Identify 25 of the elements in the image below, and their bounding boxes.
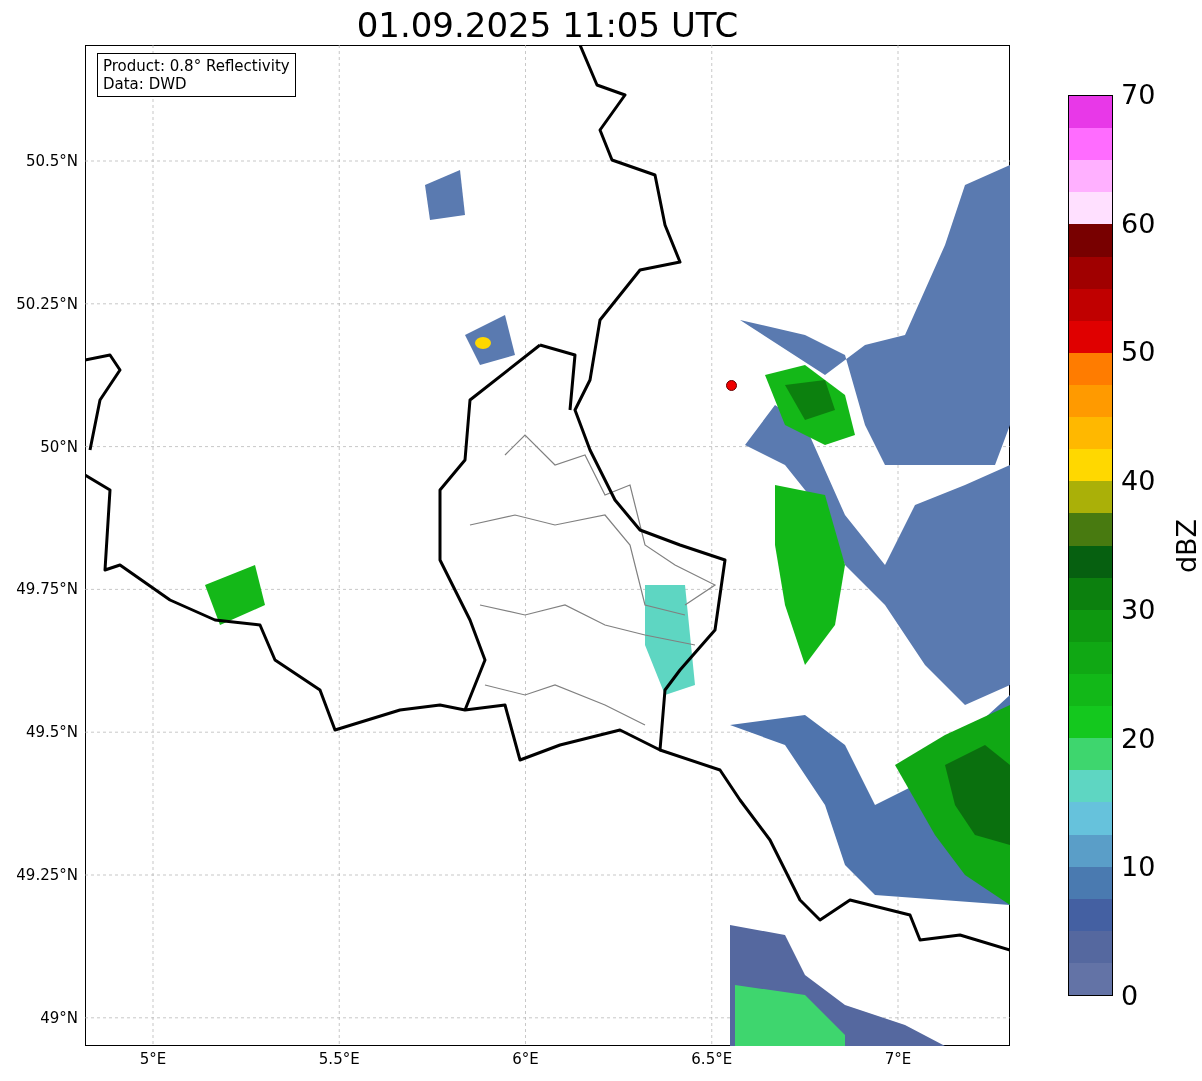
- scale-value: 0: [1121, 980, 1139, 1012]
- scale-unit-label: dBZ: [1171, 518, 1202, 574]
- longitude-label: 5°E: [139, 1050, 167, 1068]
- scale-value: 40: [1121, 465, 1156, 498]
- longitude-label: 6°E: [512, 1050, 539, 1068]
- scale-value: 60: [1121, 207, 1156, 240]
- info-text: Data: DWD: [103, 75, 188, 93]
- scale-value: 10: [1121, 851, 1156, 884]
- location-marker: [726, 380, 737, 391]
- longitude-label: 6.5°E: [691, 1050, 733, 1068]
- latitude-label: 50.25°N: [16, 294, 78, 313]
- scale-value: 20: [1121, 722, 1156, 755]
- latitude-label: 49.25°N: [16, 866, 78, 884]
- longitude-label: 7°E: [884, 1050, 912, 1068]
- latitude-label: 50.5°N: [25, 152, 78, 170]
- scale-value: 70: [1121, 79, 1156, 111]
- latitude-label: 49.75°N: [16, 580, 78, 599]
- scale-value: 50: [1121, 336, 1156, 369]
- latitude-label: 49.5°N: [25, 723, 78, 742]
- info-text: Product: 0.8° Reflectivity: [103, 57, 290, 75]
- scale-value: 30: [1121, 593, 1156, 626]
- latitude-label: 49°N: [40, 1008, 78, 1027]
- latitude-label: 50°N: [40, 437, 78, 456]
- plot-title: 01.09.2025 11:05 UTC: [355, 4, 740, 46]
- longitude-label: 5.5°E: [318, 1050, 360, 1068]
